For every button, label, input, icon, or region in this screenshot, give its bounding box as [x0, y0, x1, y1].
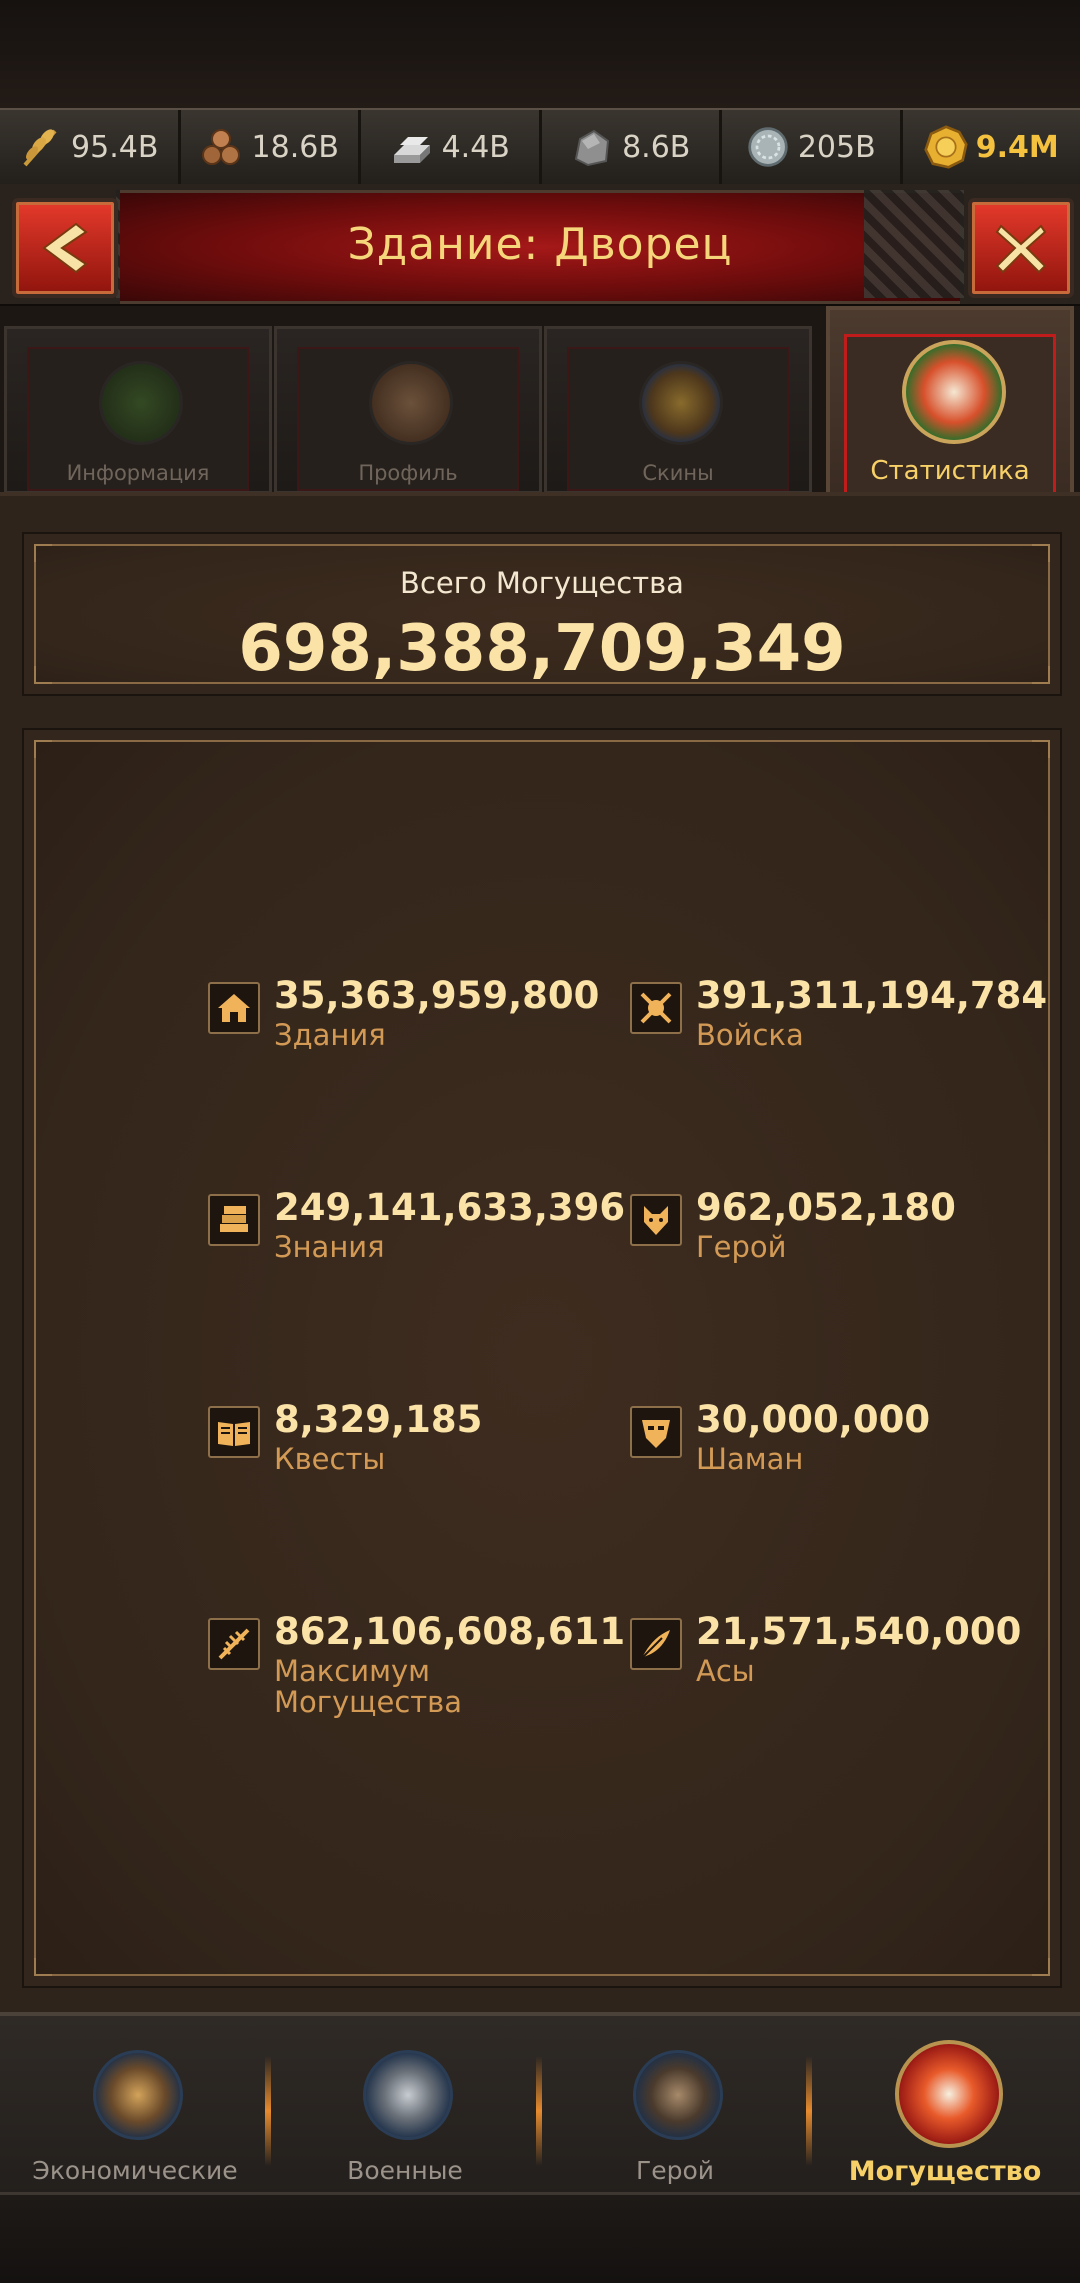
stat-label: Войска — [696, 1020, 1016, 1051]
wood-value: 18.6B — [252, 130, 339, 165]
nav-military[interactable]: Военные — [270, 2016, 540, 2196]
hero-wolf-icon — [630, 1194, 682, 1246]
tab-label: Информация — [7, 461, 269, 485]
tab-label: Статистика — [830, 456, 1070, 486]
resource-wood[interactable]: 18.6B — [181, 110, 362, 184]
skins-tower-icon — [639, 361, 723, 445]
resource-bar: 95.4B 18.6B 4.4B 8.6B 205B 9.4M — [0, 108, 1080, 187]
chevron-left-icon — [40, 220, 90, 276]
wheat-value: 95.4B — [71, 130, 158, 165]
tab-profile[interactable]: Профиль — [274, 326, 542, 494]
stat-label: Асы — [696, 1656, 1016, 1687]
troops-icon — [630, 982, 682, 1034]
stat-aces: 21,571,540,000 Асы — [630, 1610, 1010, 1720]
economy-scales-icon — [93, 2050, 183, 2140]
wood-logs-icon — [200, 125, 244, 169]
stat-label: Максимум Могущества — [274, 1656, 594, 1718]
resource-stone[interactable]: 8.6B — [542, 110, 723, 184]
stat-quests: 8,329,185 Квесты — [208, 1398, 588, 1508]
shaman-mask-icon — [630, 1406, 682, 1458]
nav-power[interactable]: Могущество — [810, 2016, 1080, 2196]
stat-value: 962,052,180 — [696, 1186, 956, 1229]
stat-value: 8,329,185 — [274, 1398, 482, 1441]
stat-label: Квесты — [274, 1444, 594, 1475]
house-icon — [208, 982, 260, 1034]
total-power-value: 698,388,709,349 — [24, 612, 1060, 686]
iron-value: 4.4B — [442, 130, 510, 165]
silver-coin-icon — [746, 125, 790, 169]
close-icon — [993, 220, 1049, 276]
total-power-label: Всего Могущества — [24, 566, 1060, 600]
military-swords-icon — [363, 2050, 453, 2140]
header: Здание: Дворец — [0, 184, 1080, 308]
tab-skins[interactable]: Скины — [544, 326, 812, 494]
power-breakdown-panel: 35,363,959,800 Здания 391,311,194,784 Во… — [22, 728, 1062, 1988]
statistics-content: Всего Могущества 698,388,709,349 35,363,… — [0, 492, 1080, 2016]
info-icon — [99, 361, 183, 445]
nav-economic[interactable]: Экономические — [0, 2016, 270, 2196]
nav-label: Могущество — [810, 2156, 1080, 2187]
page-title: Здание: Дворец — [120, 190, 960, 298]
resource-iron[interactable]: 4.4B — [361, 110, 542, 184]
stat-shaman: 30,000,000 Шаман — [630, 1398, 1010, 1508]
stat-value: 35,363,959,800 — [274, 974, 599, 1017]
tab-label: Профиль — [277, 461, 539, 485]
open-book-icon — [208, 1406, 260, 1458]
stat-buildings: 35,363,959,800 Здания — [208, 974, 588, 1084]
stat-value: 21,571,540,000 — [696, 1610, 1021, 1653]
stone-icon — [570, 125, 614, 169]
profile-scroll-icon — [369, 361, 453, 445]
close-button[interactable] — [968, 198, 1074, 298]
stat-label: Здания — [274, 1020, 594, 1051]
nav-label: Экономические — [0, 2156, 270, 2185]
stat-max-power: 862,106,608,611 Максимум Могущества — [208, 1610, 588, 1720]
resource-silver[interactable]: 205B — [722, 110, 903, 184]
tab-bar: Информация Профиль Скины Статистика — [0, 306, 1080, 492]
silver-value: 205B — [798, 130, 876, 165]
status-area — [0, 0, 1080, 108]
resource-wheat[interactable]: 95.4B — [0, 110, 181, 184]
gold-coin-icon — [924, 125, 968, 169]
stat-label: Шаман — [696, 1444, 1016, 1475]
tab-label: Скины — [547, 461, 809, 485]
books-icon — [208, 1194, 260, 1246]
total-power-panel: Всего Могущества 698,388,709,349 — [22, 532, 1062, 696]
wheat-icon — [19, 125, 63, 169]
stat-value: 249,141,633,396 — [274, 1186, 625, 1229]
footer-bar — [0, 2192, 1080, 2283]
hero-portrait-icon — [633, 2050, 723, 2140]
nav-hero[interactable]: Герой — [540, 2016, 810, 2196]
bottom-nav: Экономические Военные Герой Могущество — [0, 2012, 1080, 2196]
iron-ingot-icon — [390, 125, 434, 169]
stat-label: Знания — [274, 1232, 594, 1263]
aces-feather-icon — [630, 1618, 682, 1670]
gold-value: 9.4M — [976, 130, 1059, 165]
stat-value: 30,000,000 — [696, 1398, 930, 1441]
tab-information[interactable]: Информация — [4, 326, 272, 494]
stone-value: 8.6B — [622, 130, 690, 165]
power-sword-icon — [895, 2040, 1003, 2148]
tab-statistics[interactable]: Статистика — [826, 306, 1074, 502]
stat-knowledge: 249,141,633,396 Знания — [208, 1186, 588, 1296]
stat-value: 391,311,194,784 — [696, 974, 1047, 1017]
back-button[interactable] — [12, 198, 118, 298]
stat-label: Герой — [696, 1232, 1016, 1263]
stat-value: 862,106,608,611 — [274, 1610, 625, 1653]
statistics-icon — [902, 340, 1006, 444]
stat-hero: 962,052,180 Герой — [630, 1186, 1010, 1296]
nav-label: Герой — [540, 2156, 810, 2185]
nav-label: Военные — [270, 2156, 540, 2185]
max-power-icon — [208, 1618, 260, 1670]
stat-troops: 391,311,194,784 Войска — [630, 974, 1010, 1084]
resource-gold[interactable]: 9.4M — [903, 110, 1080, 184]
